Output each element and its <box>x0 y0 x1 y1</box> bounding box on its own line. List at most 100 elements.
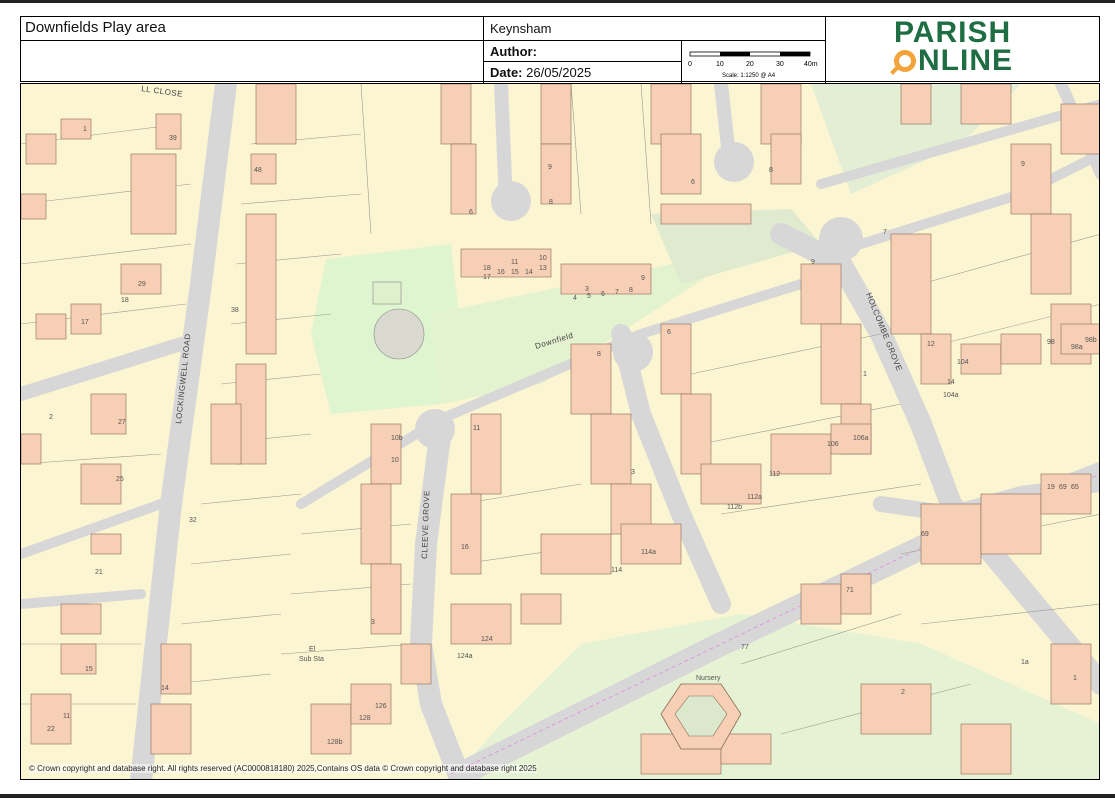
title-blank <box>21 41 484 83</box>
house-number: 1a <box>1021 659 1029 666</box>
house-number: 18 <box>483 265 491 272</box>
author-field: Author: <box>484 41 682 62</box>
house-number: 1 <box>863 371 867 378</box>
house-number: 5 <box>587 293 591 300</box>
house-number: 98b <box>1085 337 1097 344</box>
house-number: 17 <box>81 319 89 326</box>
house-number: 18 <box>121 297 129 304</box>
house-number: 104 <box>957 359 969 366</box>
house-number: 48 <box>254 167 262 174</box>
scale-tick-10: 10 <box>716 61 724 68</box>
house-number: 8 <box>769 167 773 174</box>
map-header: Downfields Play area Keynsham Author: Da… <box>20 16 1100 83</box>
house-number: 11 <box>63 713 70 720</box>
house-number: 124a <box>457 653 473 660</box>
house-number: 38 <box>231 307 239 314</box>
house-number: 3 <box>371 619 375 626</box>
house-number: 14 <box>525 269 533 276</box>
bottom-border <box>0 794 1115 798</box>
house-number: 9 <box>811 259 815 266</box>
house-number: 12 <box>927 341 935 348</box>
parish-online-logo: PARISH NLINE <box>826 17 1100 83</box>
map-canvas[interactable]: LOCKINGWELL ROAD CLEEVE GROVE HOLCOMBE G… <box>21 84 1100 780</box>
house-number: 16 <box>497 269 505 276</box>
scale-bar-graphic: 0 10 20 30 40m Scale: 1:1250 @ A4 <box>688 51 818 79</box>
house-number: 65 <box>1071 484 1079 491</box>
house-number: 8 <box>629 287 633 294</box>
house-number: 7 <box>883 229 887 236</box>
house-number: 25 <box>116 476 124 483</box>
scale-bar: 0 10 20 30 40m Scale: 1:1250 @ A4 <box>682 41 826 83</box>
author-label: Author: <box>490 44 537 59</box>
play-equipment <box>373 308 425 360</box>
house-number: 71 <box>846 587 854 594</box>
date-value: 26/05/2025 <box>526 65 592 80</box>
house-number: 128b <box>327 739 343 746</box>
house-number: 2 <box>49 414 53 421</box>
house-number: 112 <box>769 471 780 478</box>
house-number: 14 <box>161 685 169 692</box>
house-number: 106 <box>827 441 839 448</box>
play-court <box>372 281 402 305</box>
house-number: 10b <box>391 435 403 442</box>
house-number: 104a <box>943 392 959 399</box>
scale-tick-20: 20 <box>746 61 754 68</box>
copyright-notice: © Crown copyright and database right. Al… <box>29 764 537 773</box>
scale-tick-30: 30 <box>776 61 784 68</box>
house-number: 69 <box>921 531 929 538</box>
house-number: 6 <box>667 329 671 336</box>
house-number: 128 <box>359 715 371 722</box>
house-number: 4 <box>573 295 577 302</box>
house-number: 126 <box>375 703 387 710</box>
house-number: 1 <box>83 126 87 133</box>
house-number: 10 <box>391 457 399 464</box>
house-number: 14 <box>947 379 955 386</box>
house-number: 6 <box>601 291 605 298</box>
house-number: 9 <box>548 164 552 171</box>
label-nursery: Nursery <box>696 675 721 682</box>
house-number: 15 <box>85 666 93 673</box>
house-number: 19 <box>1047 484 1055 491</box>
house-number: 7 <box>615 289 619 296</box>
house-number: 9 <box>1021 161 1025 168</box>
house-number: 10 <box>539 255 547 262</box>
house-number: 32 <box>189 517 197 524</box>
house-number: 8 <box>549 199 553 206</box>
scale-tick-40: 40m <box>804 61 818 68</box>
house-number: 2 <box>901 689 905 696</box>
house-number: 6 <box>691 179 695 186</box>
label-el-sub-2: Sub Sta <box>299 656 324 663</box>
scale-text: Scale: 1:1250 @ A4 <box>722 73 776 79</box>
house-number: 16 <box>461 544 469 551</box>
road-label-close: LL CLOSE <box>141 84 184 99</box>
date-field: Date: 26/05/2025 <box>484 62 682 83</box>
label-el-sub-1: El <box>309 646 316 653</box>
house-number: 106a <box>853 435 869 442</box>
house-number: 77 <box>741 644 749 651</box>
house-number: 124 <box>481 636 493 643</box>
house-number: 15 <box>511 269 519 276</box>
house-number: 114a <box>641 549 656 556</box>
scale-tick-0: 0 <box>688 61 692 68</box>
house-number: 9 <box>641 275 645 282</box>
house-number: 11 <box>511 259 518 266</box>
place-name: Keynsham <box>484 17 826 41</box>
house-number: 21 <box>95 569 103 576</box>
house-number: 8 <box>597 351 601 358</box>
house-number: 13 <box>539 265 547 272</box>
house-number: 3 <box>585 286 589 293</box>
house-number: 22 <box>47 726 55 733</box>
house-number: 112a <box>747 494 762 501</box>
house-number: 29 <box>138 281 146 288</box>
house-number: 27 <box>118 419 126 426</box>
house-number: 11 <box>473 425 480 432</box>
house-number: 112b <box>727 504 742 511</box>
location-pin-icon <box>894 50 916 72</box>
house-number: 3 <box>631 469 635 476</box>
house-number: 6 <box>469 209 473 216</box>
house-number: 17 <box>483 274 491 281</box>
map-title: Downfields Play area <box>21 17 484 41</box>
house-number: 98a <box>1071 344 1083 351</box>
map-area[interactable]: LOCKINGWELL ROAD CLEEVE GROVE HOLCOMBE G… <box>20 83 1100 780</box>
logo-line-2: NLINE <box>918 44 1013 77</box>
